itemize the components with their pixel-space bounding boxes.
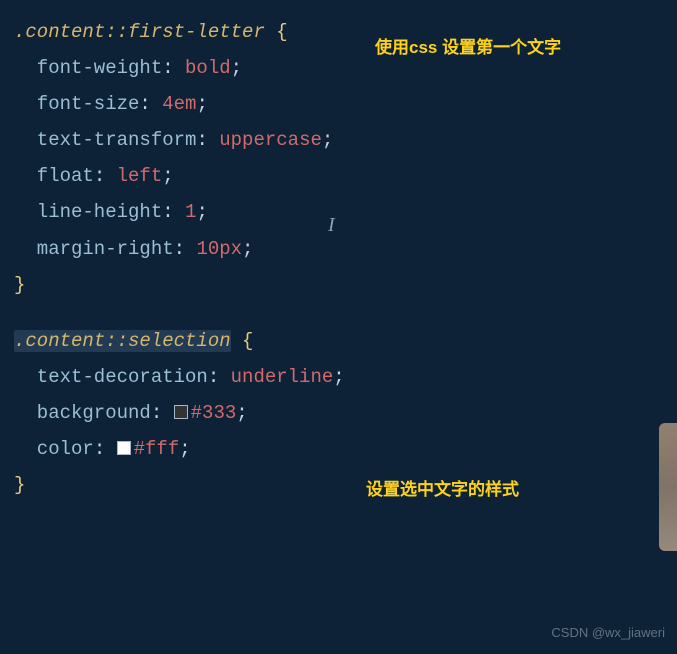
code-line: background: #333; xyxy=(14,395,677,431)
semicolon: ; xyxy=(333,366,344,388)
code-line: margin-right: 10px; xyxy=(14,231,677,267)
css-value: uppercase xyxy=(219,129,322,151)
code-line: font-weight: bold; xyxy=(14,50,677,86)
css-property: color xyxy=(37,438,94,460)
css-property: text-transform xyxy=(37,129,197,151)
semicolon: ; xyxy=(322,129,333,151)
css-value: 10px xyxy=(196,238,242,260)
css-property: background xyxy=(37,402,151,424)
code-line: line-height: 1; xyxy=(14,194,677,230)
open-brace: { xyxy=(276,21,287,43)
colon: : xyxy=(162,57,185,79)
code-line: text-transform: uppercase; xyxy=(14,122,677,158)
close-brace: } xyxy=(14,274,25,296)
css-property: font-weight xyxy=(37,57,162,79)
colon: : xyxy=(139,93,162,115)
color-swatch-icon xyxy=(174,405,188,419)
css-selector: .content::selection xyxy=(14,330,231,352)
code-editor: .content::first-letter { font-weight: bo… xyxy=(0,0,677,503)
text-cursor-icon xyxy=(328,206,342,226)
colon: : xyxy=(208,366,231,388)
colon: : xyxy=(94,438,117,460)
css-selector: .content::first-letter xyxy=(14,21,265,43)
css-property: line-height xyxy=(37,201,162,223)
blank-line xyxy=(14,303,677,323)
annotation-selection: 设置选中文字的样式 xyxy=(366,480,519,500)
css-value: 1 xyxy=(185,201,196,223)
colon: : xyxy=(196,129,219,151)
semicolon: ; xyxy=(231,57,242,79)
css-property: font-size xyxy=(37,93,140,115)
code-line-selector: .content::first-letter { xyxy=(14,14,677,50)
code-line: float: left; xyxy=(14,158,677,194)
side-thumbnail xyxy=(659,423,677,551)
css-property: margin-right xyxy=(37,238,174,260)
color-swatch-icon xyxy=(117,441,131,455)
code-line: color: #fff; xyxy=(14,431,677,467)
css-value: #333 xyxy=(191,402,237,424)
code-line: text-decoration: underline; xyxy=(14,359,677,395)
css-value: left xyxy=(117,165,163,187)
css-value: bold xyxy=(185,57,231,79)
css-value: underline xyxy=(231,366,334,388)
code-line-close: } xyxy=(14,267,677,303)
css-property: float xyxy=(37,165,94,187)
semicolon: ; xyxy=(162,165,173,187)
semicolon: ; xyxy=(236,402,247,424)
colon: : xyxy=(162,201,185,223)
semicolon: ; xyxy=(179,438,190,460)
css-value: #fff xyxy=(134,438,180,460)
semicolon: ; xyxy=(196,201,207,223)
close-brace: } xyxy=(14,474,25,496)
colon: : xyxy=(94,165,117,187)
code-line-selector: .content::selection { xyxy=(14,323,677,359)
watermark: CSDN @wx_jiaweri xyxy=(551,621,665,646)
colon: : xyxy=(151,402,174,424)
css-value: 4em xyxy=(162,93,196,115)
code-line-close: } xyxy=(14,467,677,503)
code-line: font-size: 4em; xyxy=(14,86,677,122)
css-property: text-decoration xyxy=(37,366,208,388)
open-brace: { xyxy=(242,330,253,352)
semicolon: ; xyxy=(196,93,207,115)
annotation-first-letter: 使用css 设置第一个文字 xyxy=(375,38,561,58)
semicolon: ; xyxy=(242,238,253,260)
colon: : xyxy=(174,238,197,260)
